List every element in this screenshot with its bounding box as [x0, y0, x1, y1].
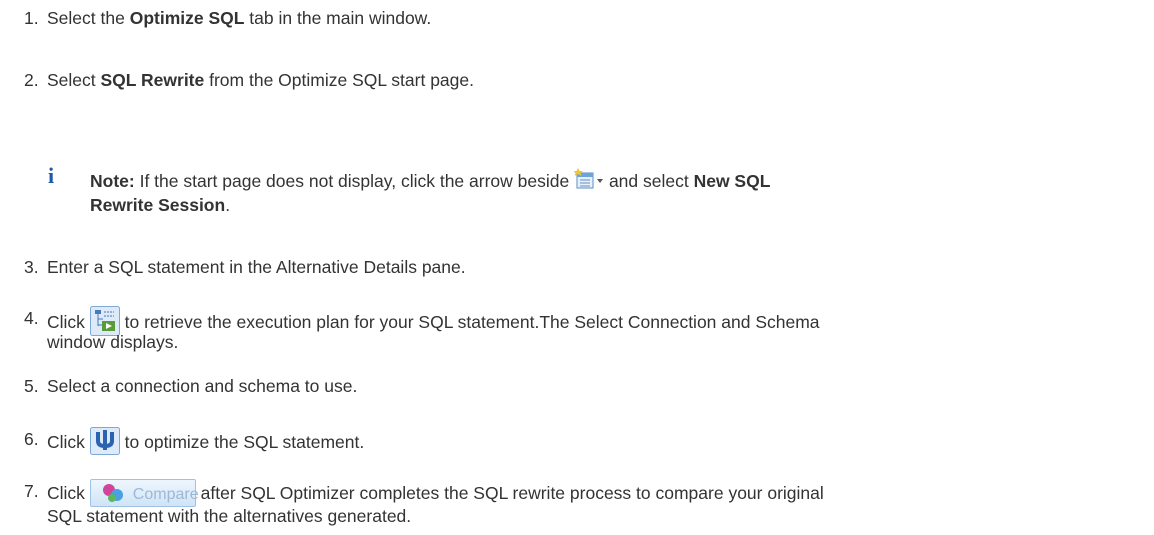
sql-rewrite-term: SQL Rewrite	[100, 70, 205, 90]
compare-button[interactable]: Compare	[89, 479, 199, 507]
optimize-icon[interactable]	[89, 427, 120, 455]
step-text: Click to optimize the SQL statement.	[47, 427, 364, 455]
note-line-2: Rewrite Session.	[90, 195, 231, 215]
step-number: 2.	[24, 70, 39, 90]
step-number: 7.	[24, 481, 39, 501]
new-sql-session-icon[interactable]	[573, 168, 604, 192]
optimize-sql-term: Optimize SQL	[129, 8, 245, 28]
step-text: Enter a SQL statement in the Alternative…	[47, 257, 466, 277]
compare-icon	[102, 484, 123, 502]
step-text: Select a connection and schema to use.	[47, 376, 358, 396]
step-text: Select SQL Rewrite from the Optimize SQL…	[47, 70, 474, 90]
note-label: Note:	[90, 171, 135, 191]
step-text: Select the Optimize SQL tab in the main …	[47, 8, 432, 28]
step-text: Click Compare after SQL Optimizer comple…	[47, 479, 824, 507]
note-line-1: Note: If the start page does not display…	[90, 168, 770, 193]
step-number: 1.	[24, 8, 39, 28]
step-number: 3.	[24, 257, 39, 277]
step-number: 5.	[24, 376, 39, 396]
step-number: 4.	[24, 308, 39, 328]
info-icon: i	[48, 163, 55, 188]
step-number: 6.	[24, 429, 39, 449]
